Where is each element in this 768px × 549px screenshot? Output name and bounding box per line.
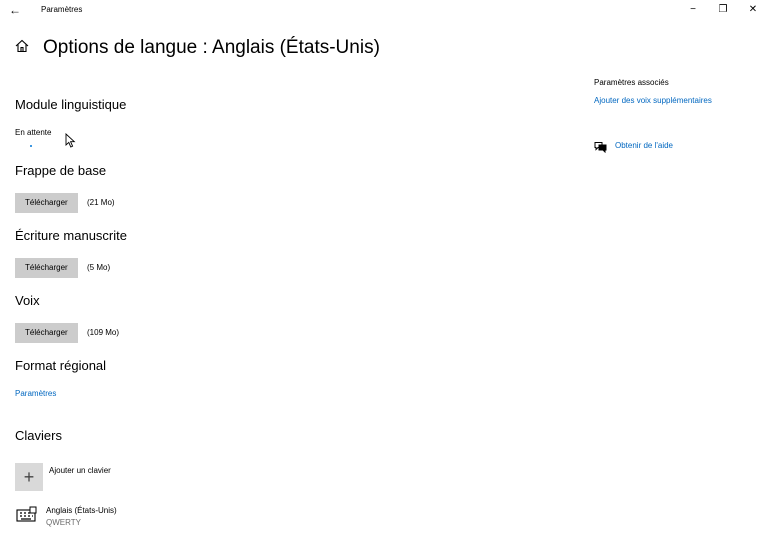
regional-format-settings-link[interactable]: Paramètres — [15, 389, 56, 399]
speech-heading: Voix — [15, 293, 40, 308]
add-voices-link[interactable]: Ajouter des voix supplémentaires — [594, 96, 712, 106]
language-pack-status: En attente — [15, 128, 52, 137]
handwriting-heading: Écriture manuscrite — [15, 228, 127, 243]
regional-format-heading: Format régional — [15, 358, 107, 373]
related-settings-heading: Paramètres associés — [594, 78, 669, 87]
handwriting-size: (5 Mo) — [87, 263, 111, 272]
language-pack-heading: Module linguistique — [15, 97, 127, 112]
basic-typing-download-button[interactable]: Télécharger — [15, 193, 78, 213]
add-keyboard-button[interactable]: + — [15, 463, 43, 491]
mouse-cursor-icon — [65, 132, 77, 149]
app-title: Paramètres — [41, 5, 83, 14]
plus-icon: + — [23, 467, 35, 487]
restore-button[interactable]: ❐ — [708, 0, 738, 20]
keyboard-icon — [16, 506, 38, 522]
page-title: Options de langue : Anglais (États-Unis) — [43, 37, 380, 58]
help-chat-icon — [594, 140, 607, 154]
handwriting-download-button[interactable]: Télécharger — [15, 258, 78, 278]
basic-typing-heading: Frappe de base — [15, 163, 107, 178]
home-icon[interactable] — [14, 38, 30, 54]
speech-download-button[interactable]: Télécharger — [15, 323, 78, 343]
minimize-button[interactable]: − — [678, 0, 708, 20]
title-bar: ← Paramètres − ❐ ✕ — [0, 0, 768, 22]
back-button[interactable]: ← — [4, 0, 26, 20]
speech-size: (109 Mo) — [87, 328, 120, 337]
keyboards-heading: Claviers — [15, 428, 62, 443]
progress-indicator — [30, 145, 32, 147]
get-help-link[interactable]: Obtenir de l'aide — [615, 141, 673, 151]
keyboard-item-name[interactable]: Anglais (États-Unis) — [46, 506, 117, 516]
add-keyboard-label[interactable]: Ajouter un clavier — [49, 466, 111, 476]
close-button[interactable]: ✕ — [738, 0, 768, 20]
basic-typing-size: (21 Mo) — [87, 198, 115, 207]
keyboard-item-layout: QWERTY — [46, 518, 81, 527]
